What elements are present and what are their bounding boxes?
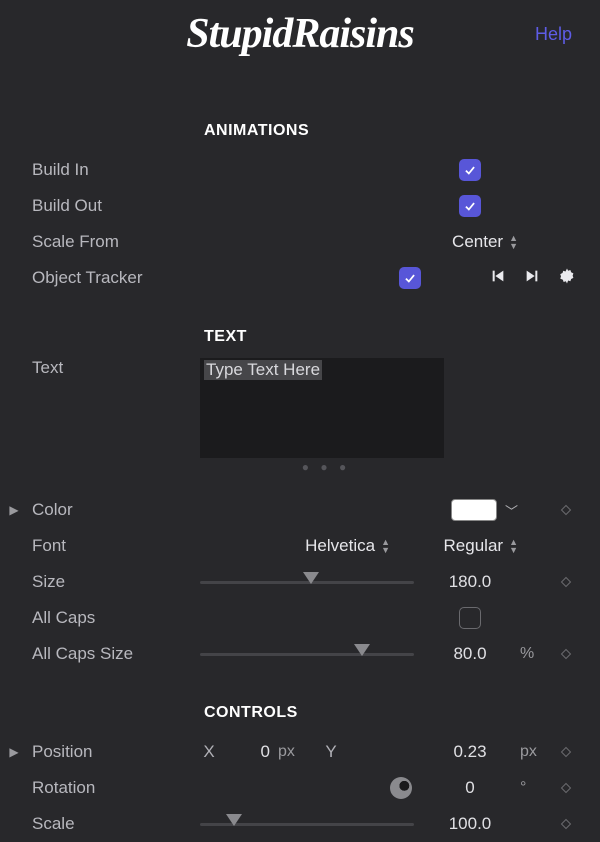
label-size: Size	[28, 572, 200, 592]
position-x-unit: px	[274, 743, 302, 761]
dropdown-font-weight[interactable]: Regular ▲▼	[444, 536, 518, 556]
position-y-value[interactable]: 0.23	[453, 742, 486, 762]
dropdown-scale-from[interactable]: Center ▲▼	[452, 232, 518, 252]
position-y-unit: px	[518, 743, 546, 761]
stepper-icon: ▲▼	[381, 538, 390, 554]
stepper-icon: ▲▼	[509, 234, 518, 250]
row-object-tracker: Object Tracker	[0, 260, 600, 296]
skip-end-icon[interactable]	[520, 264, 544, 293]
row-size: Size 180.0	[0, 564, 600, 600]
dropdown-scale-from-value: Center	[452, 232, 503, 252]
chevron-down-icon[interactable]: ﹀	[505, 501, 518, 520]
keyframe-scale[interactable]	[546, 818, 586, 830]
section-title-controls: CONTROLS	[0, 704, 600, 722]
label-all-caps-size: All Caps Size	[28, 644, 200, 664]
font-family-value: Helvetica	[305, 536, 375, 556]
help-link[interactable]: Help	[535, 24, 572, 45]
checkbox-all-caps[interactable]	[459, 607, 481, 629]
row-font: Font Helvetica ▲▼ Regular ▲▼	[0, 528, 600, 564]
slider-size[interactable]	[200, 581, 414, 584]
all-caps-size-value[interactable]: 80.0	[453, 644, 486, 664]
row-build-out: Build Out	[0, 188, 600, 224]
label-build-in: Build In	[28, 160, 200, 180]
text-input-wrap[interactable]: Type Text Here	[200, 358, 444, 458]
x-label: X	[200, 742, 218, 762]
scale-value[interactable]: 100.0	[449, 814, 492, 834]
gear-icon[interactable]	[554, 263, 580, 294]
disclosure-position[interactable]: ▶	[0, 745, 28, 759]
all-caps-size-unit: %	[518, 645, 546, 663]
label-scale: Scale	[28, 814, 200, 834]
slider-thumb[interactable]	[303, 572, 319, 584]
text-placeholder: Type Text Here	[204, 360, 322, 380]
slider-thumb[interactable]	[354, 644, 370, 656]
label-text: Text	[28, 358, 200, 378]
row-text: Text Type Text Here	[0, 358, 600, 458]
row-scale: Scale 100.0	[0, 806, 600, 842]
disclosure-color[interactable]: ▶	[0, 503, 28, 517]
checkbox-build-out[interactable]	[459, 195, 481, 217]
section-title-text: TEXT	[0, 328, 600, 346]
label-position: Position	[28, 742, 200, 762]
font-weight-value: Regular	[444, 536, 504, 556]
label-color: Color	[28, 500, 200, 520]
slider-thumb[interactable]	[226, 814, 242, 826]
stepper-icon: ▲▼	[509, 538, 518, 554]
skip-start-icon[interactable]	[486, 264, 510, 293]
row-all-caps: All Caps	[0, 600, 600, 636]
checkbox-object-tracker[interactable]	[399, 267, 421, 289]
row-scale-from: Scale From Center ▲▼	[0, 224, 600, 260]
row-all-caps-size: All Caps Size 80.0 %	[0, 636, 600, 672]
label-font: Font	[28, 536, 200, 556]
row-color: ▶ Color ﹀	[0, 492, 600, 528]
row-build-in: Build In	[0, 152, 600, 188]
y-label: Y	[322, 742, 340, 762]
label-scale-from: Scale From	[28, 232, 200, 252]
keyframe-position[interactable]	[546, 746, 586, 758]
rotation-value[interactable]: 0	[465, 778, 474, 798]
grip-dots: ● ● ●	[204, 460, 448, 474]
row-rotation: Rotation 0 °	[0, 770, 600, 806]
header: StupidRaisins Help	[0, 0, 600, 68]
size-value[interactable]: 180.0	[449, 572, 492, 592]
label-build-out: Build Out	[28, 196, 200, 216]
slider-all-caps-size[interactable]	[200, 653, 414, 656]
slider-scale[interactable]	[200, 823, 414, 826]
row-position: ▶ Position X 0 px Y 0.23 px	[0, 734, 600, 770]
rotation-dial[interactable]	[390, 777, 412, 799]
keyframe-all-caps-size[interactable]	[546, 648, 586, 660]
rotation-unit: °	[518, 779, 546, 797]
color-swatch[interactable]	[451, 499, 497, 521]
logo: StupidRaisins	[186, 10, 413, 58]
keyframe-size[interactable]	[546, 576, 586, 588]
keyframe-color[interactable]	[546, 504, 586, 516]
dropdown-font-family[interactable]: Helvetica ▲▼	[305, 536, 390, 556]
label-all-caps: All Caps	[28, 608, 200, 628]
checkbox-build-in[interactable]	[459, 159, 481, 181]
keyframe-rotation[interactable]	[546, 782, 586, 794]
position-x-value[interactable]: 0	[222, 742, 270, 762]
section-title-animations: ANIMATIONS	[0, 122, 600, 140]
label-object-tracker: Object Tracker	[28, 268, 200, 288]
label-rotation: Rotation	[28, 778, 200, 798]
